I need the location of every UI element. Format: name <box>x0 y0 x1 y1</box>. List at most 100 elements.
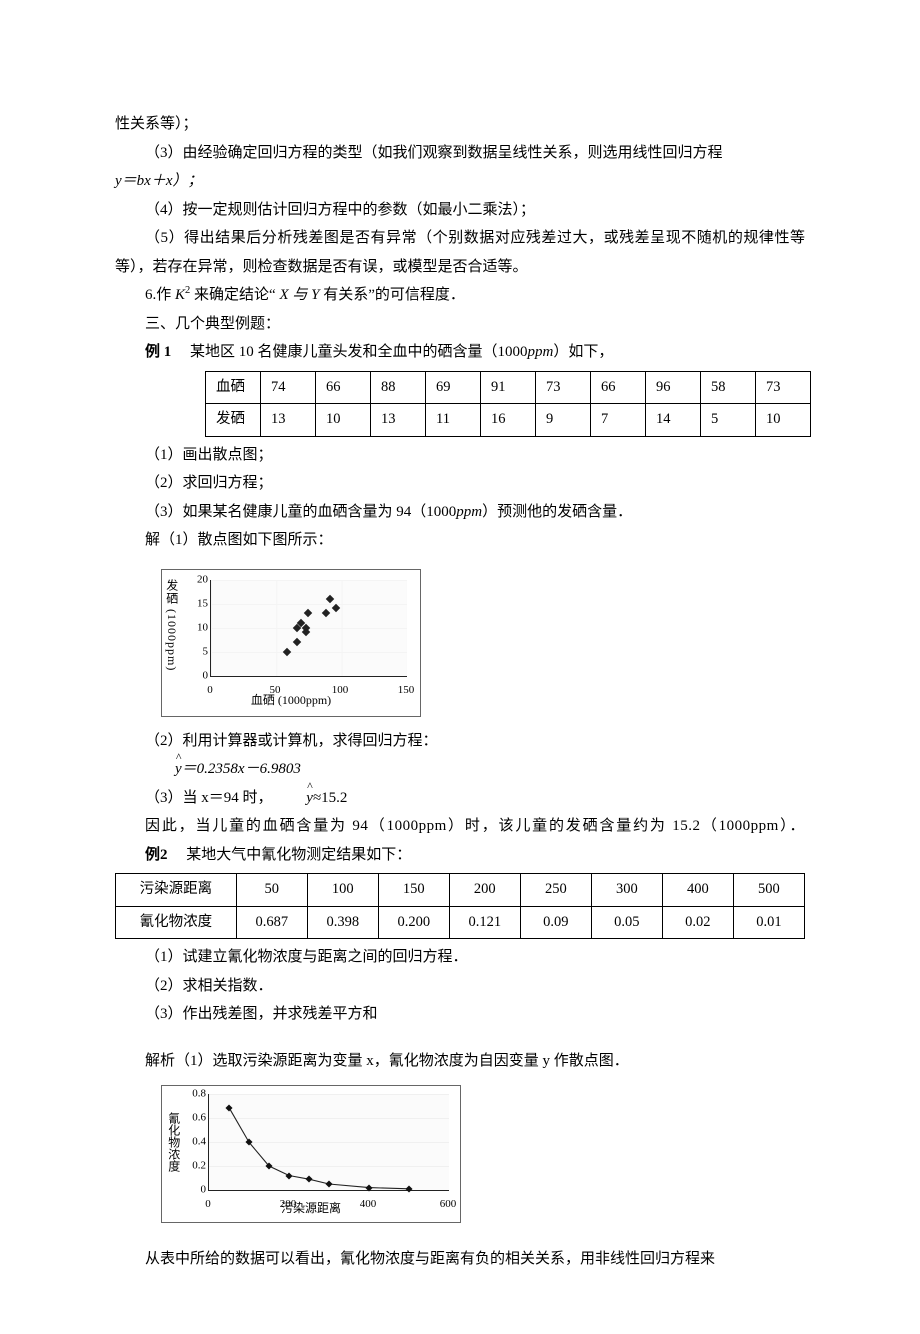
table-row: 污染源距离 50 100 150 200 250 300 400 500 <box>116 874 805 907</box>
xtick: 200 <box>280 1194 297 1215</box>
cell: 14 <box>646 404 701 437</box>
cell: 69 <box>426 371 481 404</box>
question-1-1: （1）画出散点图； <box>115 441 805 470</box>
example-tail: ）如下， <box>553 344 613 360</box>
text-line: 6.作 K2 来确定结论“ X 与 Y 有关系”的可信程度． <box>115 281 805 310</box>
text-line: （5）得出结果后分析残差图是否有异常（个别数据对应残差过大，或残差呈现不随机的规… <box>115 224 805 281</box>
xtick: 0 <box>207 680 213 701</box>
example-text: 某地区 10 名健康儿童头发和全血中的硒含量（1000 <box>175 344 528 360</box>
cell: 200 <box>449 874 520 907</box>
ytick: 5 <box>194 641 208 662</box>
xtick: 150 <box>398 680 415 701</box>
cell: 7 <box>591 404 646 437</box>
text-line: 性关系等）； <box>115 110 805 139</box>
sup-2: 2 <box>185 285 190 296</box>
text-span: ）预测他的发硒含量． <box>482 504 632 520</box>
y-hat: y <box>276 784 313 813</box>
table-row: 发硒 13 10 13 11 16 9 7 14 5 10 <box>206 404 811 437</box>
ytick: 20 <box>194 569 208 590</box>
cell: 73 <box>536 371 591 404</box>
chart-selenium-scatter: 发硒 (1000ppm) 血硒 (1000ppm) 0 5 10 15 20 0… <box>161 569 421 717</box>
cell: 0.200 <box>378 906 449 939</box>
cell: 300 <box>591 874 662 907</box>
cell: 13 <box>371 404 426 437</box>
conclusion-1: 因此，当儿童的血硒含量为 94（1000ppm）时，该儿童的发硒含量约为 15.… <box>115 812 805 841</box>
ytick: 0.2 <box>188 1156 206 1177</box>
data-point <box>303 609 311 617</box>
y-hat: y <box>145 755 182 784</box>
solution-2: （2）利用计算器或计算机，求得回归方程： <box>115 727 805 756</box>
trailing-line: 从表中所给的数据可以看出，氰化物浓度与距离有负的相关关系，用非线性回归方程来 <box>115 1245 805 1274</box>
solution-2-1: 解析（1）选取污染源距离为变量 x，氰化物浓度为自因变量 y 作散点图． <box>115 1047 805 1076</box>
ytick: 0 <box>188 1180 206 1201</box>
cell: 66 <box>316 371 371 404</box>
text-line: （3）由经验确定回归方程的类型（如我们观察到数据呈线性关系，则选用线性回归方程 <box>115 139 805 168</box>
example-label: 例2 <box>145 847 168 863</box>
example-label: 例 1 <box>145 344 171 360</box>
cell: 血硒 <box>206 371 261 404</box>
var-k: K <box>175 287 185 303</box>
text-span: 6.作 <box>145 287 175 303</box>
cell: 50 <box>236 874 307 907</box>
cell: 150 <box>378 874 449 907</box>
ytick: 0.6 <box>188 1108 206 1129</box>
xtick: 50 <box>270 680 281 701</box>
data-point <box>322 609 330 617</box>
solution-1: 解（1）散点图如下图所示： <box>115 526 805 555</box>
ytick: 10 <box>194 617 208 638</box>
cell: 11 <box>426 404 481 437</box>
cell: 9 <box>536 404 591 437</box>
example-1-title: 例 1 某地区 10 名健康儿童头发和全血中的硒含量（1000ppm）如下， <box>115 338 805 367</box>
text-span: 来确定结论“ <box>194 287 276 303</box>
data-point <box>293 638 301 646</box>
question-1-3: （3）如果某名健康儿童的血硒含量为 94（1000ppm）预测他的发硒含量． <box>115 498 805 527</box>
question-2-3: （3）作出残差图，并求残差平方和 <box>115 1000 805 1029</box>
xtick: 400 <box>360 1194 377 1215</box>
chart-cyanide-scatter: 氰化物浓度 污染源距离 0 0.2 0.4 0.6 0.8 0 200 400 … <box>161 1085 461 1223</box>
cell: 500 <box>733 874 804 907</box>
table-row: 氰化物浓度 0.687 0.398 0.200 0.121 0.09 0.05 … <box>116 906 805 939</box>
page: { "intro": { "line0": "性关系等）；", "line3":… <box>0 0 920 1334</box>
cell: 88 <box>371 371 426 404</box>
equation-text: y＝bx＋x）； <box>115 173 202 189</box>
text-span: 有关系”的可信程度． <box>323 287 465 303</box>
cell: 5 <box>701 404 756 437</box>
cell: 0.398 <box>307 906 378 939</box>
ytick: 15 <box>194 593 208 614</box>
cell: 污染源距离 <box>116 874 237 907</box>
table-row: 血硒 74 66 88 69 91 73 66 96 58 73 <box>206 371 811 404</box>
example-2-title: 例2 某地大气中氰化物测定结果如下： <box>115 841 805 870</box>
text-span: （3）由经验确定回归方程的类型（如我们观察到数据呈线性关系，则选用线性回归方程 <box>145 145 723 161</box>
text-span: （3）如果某名健康儿童的血硒含量为 94（1000 <box>145 504 456 520</box>
cell: 250 <box>520 874 591 907</box>
solution-3: （3）当 x＝94 时， y≈15.2 <box>115 784 805 813</box>
cell: 0.01 <box>733 906 804 939</box>
var-xy: X 与 Y <box>279 287 319 303</box>
cell: 0.05 <box>591 906 662 939</box>
xtick: 100 <box>332 680 349 701</box>
cell: 91 <box>481 371 536 404</box>
data-point <box>332 604 340 612</box>
data-point <box>283 647 291 655</box>
cell: 100 <box>307 874 378 907</box>
cell: 96 <box>646 371 701 404</box>
xtick: 0 <box>205 1194 211 1215</box>
question-1-2: （2）求回归方程； <box>115 469 805 498</box>
section-heading: 三、几个典型例题： <box>115 310 805 339</box>
table-selenium: 血硒 74 66 88 69 91 73 66 96 58 73 发硒 13 1… <box>205 371 811 437</box>
cell: 0.02 <box>662 906 733 939</box>
cell: 0.09 <box>520 906 591 939</box>
ytick: 0.4 <box>188 1132 206 1153</box>
chart-ylabel: 发硒 (1000ppm) <box>160 576 183 676</box>
text-span: ≈15.2 <box>313 790 347 806</box>
cell: 73 <box>756 371 811 404</box>
text-line: （4）按一定规则估计回归方程中的参数（如最小二乘法）； <box>115 196 805 225</box>
data-point <box>326 595 334 603</box>
cell: 16 <box>481 404 536 437</box>
question-2-2: （2）求相关指数． <box>115 972 805 1001</box>
regression-equation: y＝0.2358x－6.9803 <box>115 755 805 784</box>
ytick: 0 <box>194 665 208 686</box>
chart-xlabel: 血硒 (1000ppm) <box>162 689 420 712</box>
cell: 66 <box>591 371 646 404</box>
text-line: y＝bx＋x）； <box>115 167 805 196</box>
